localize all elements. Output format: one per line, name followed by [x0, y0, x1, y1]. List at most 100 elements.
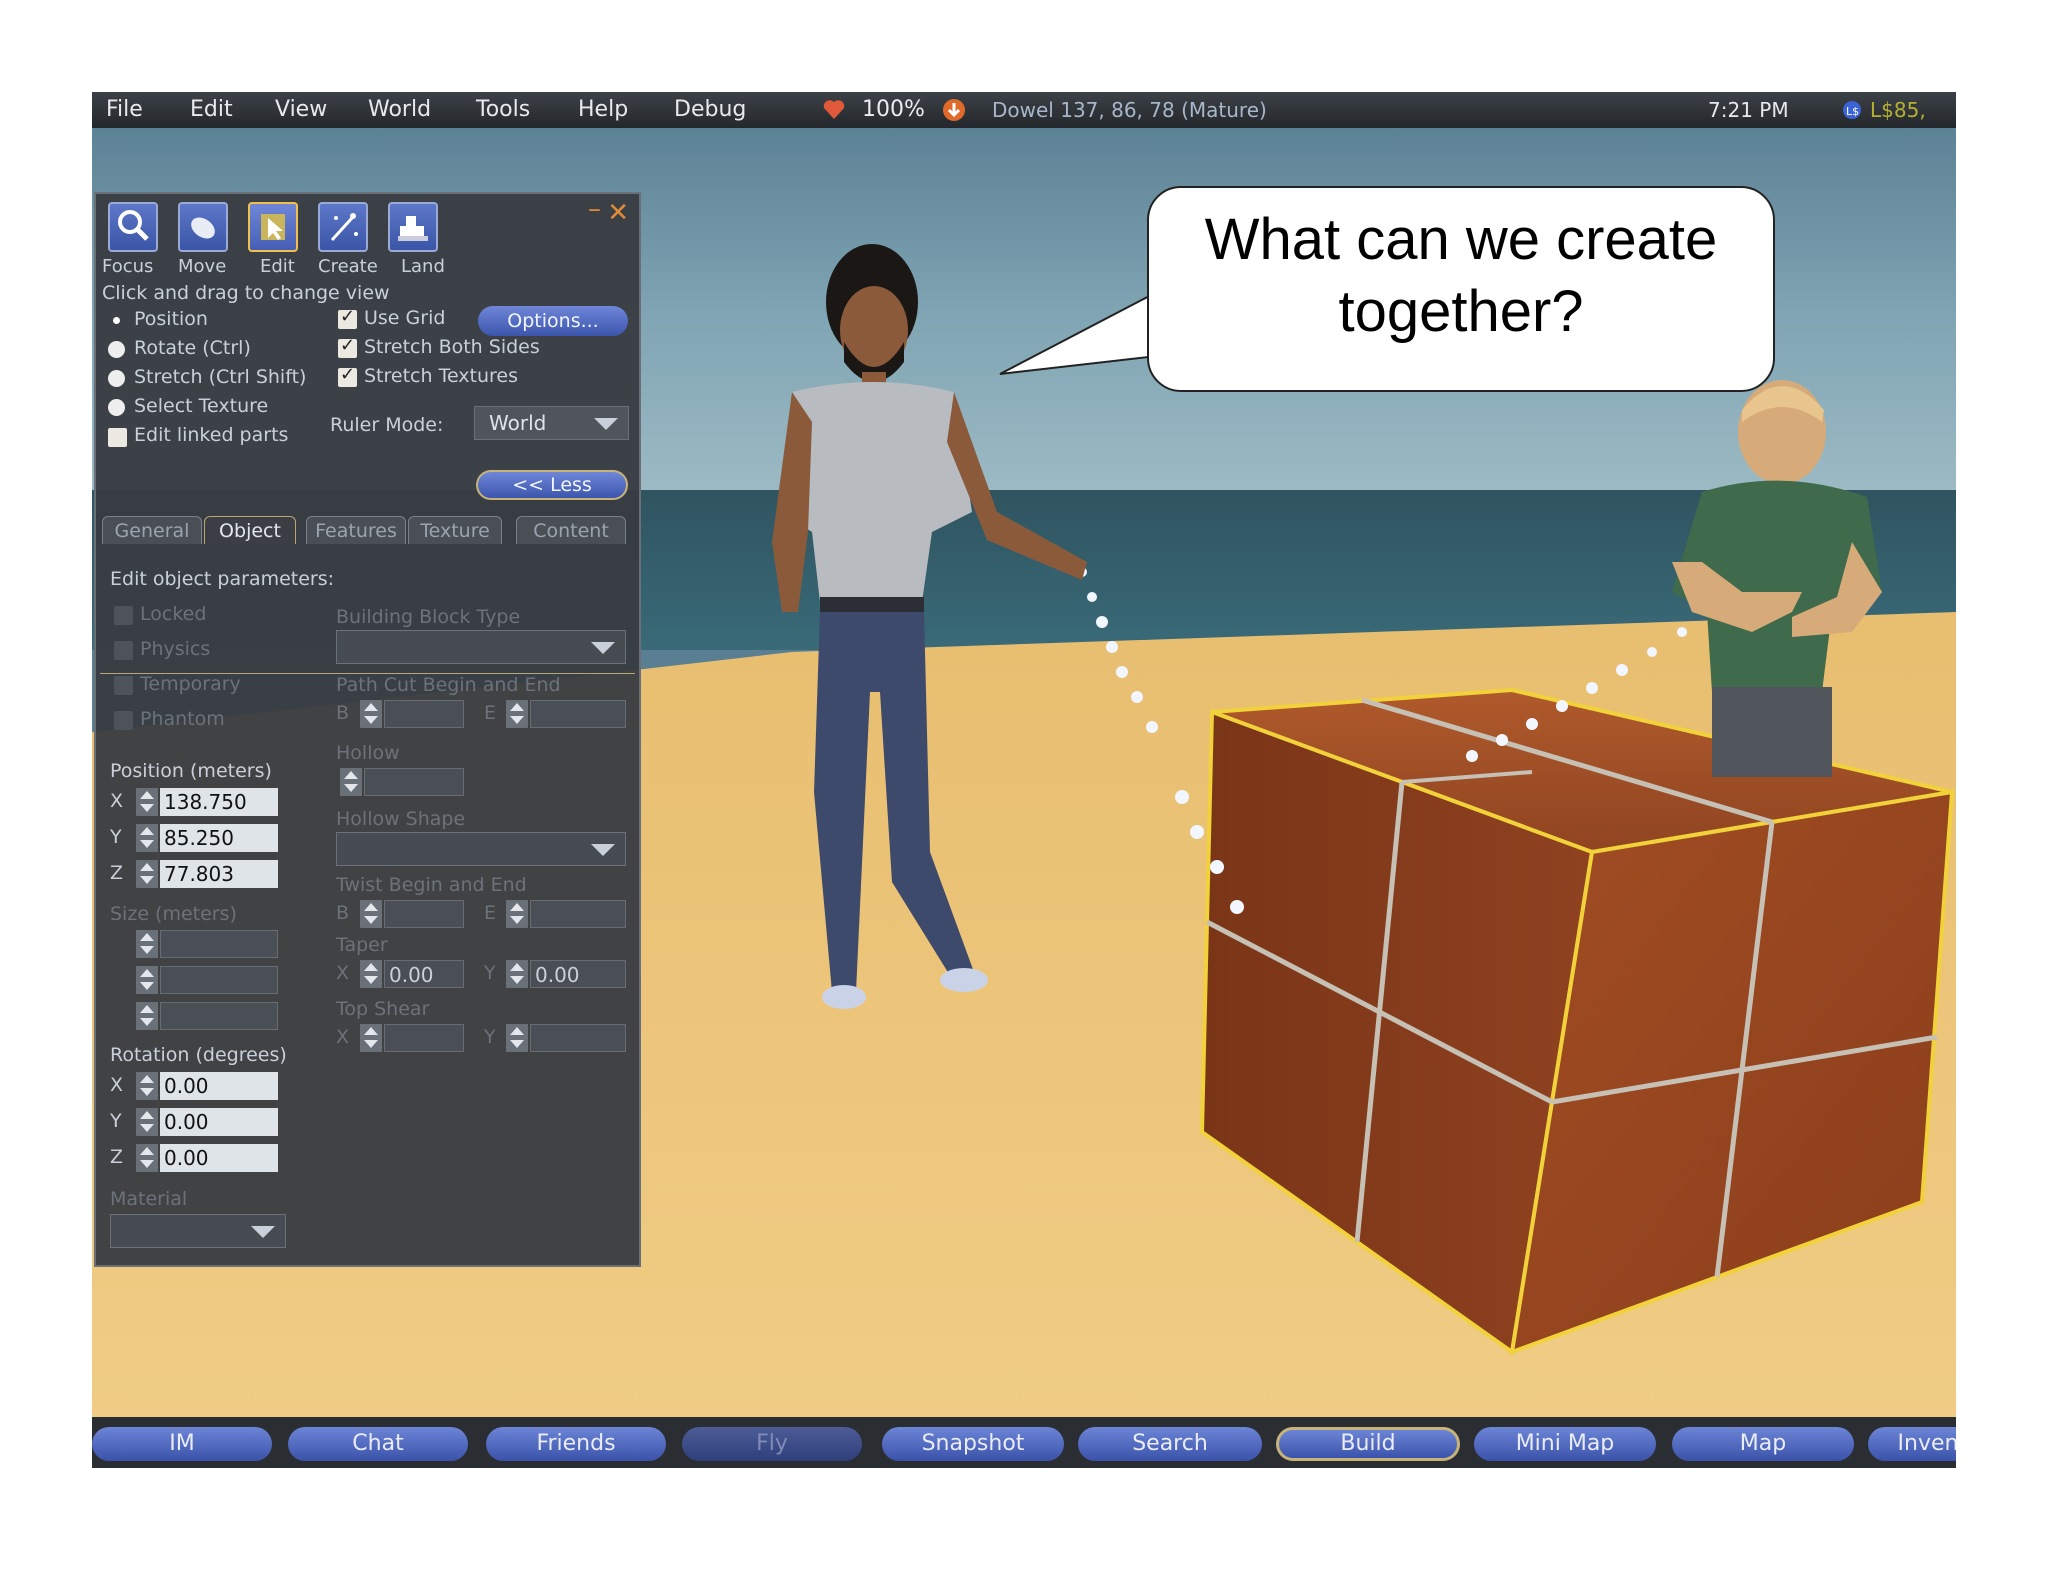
- no-fly-icon: [943, 99, 965, 121]
- tab-object[interactable]: Object: [204, 516, 296, 544]
- top-shear-x-axis: X: [336, 1026, 350, 1048]
- menu-help[interactable]: Help: [578, 97, 628, 122]
- taper-y-field[interactable]: 0.00: [530, 960, 626, 988]
- radio-position[interactable]: [108, 312, 125, 329]
- mini-map-button[interactable]: Mini Map: [1474, 1427, 1656, 1461]
- temporary-label: Temporary: [140, 673, 241, 695]
- taper-y-stepper[interactable]: [506, 960, 528, 988]
- menu-debug[interactable]: Debug: [674, 97, 746, 122]
- create-tool-button[interactable]: [318, 202, 368, 252]
- twist-e-axis: E: [484, 902, 497, 924]
- hollow-field[interactable]: [364, 768, 464, 796]
- twist-end-stepper[interactable]: [506, 900, 528, 928]
- build-button[interactable]: Build: [1276, 1427, 1460, 1461]
- tab-general[interactable]: General: [102, 516, 202, 544]
- radio-stretch[interactable]: [108, 370, 125, 387]
- tab-features[interactable]: Features: [306, 516, 406, 544]
- region-location: Dowel 137, 86, 78 (Mature): [992, 98, 1267, 122]
- rot-z-stepper[interactable]: [136, 1144, 158, 1172]
- focus-tool-button[interactable]: [108, 202, 158, 252]
- edit-tool-button[interactable]: [248, 202, 298, 252]
- radio-rotate[interactable]: [108, 341, 125, 358]
- twist-end-field[interactable]: [530, 900, 626, 928]
- land-tool-button[interactable]: [388, 202, 438, 252]
- magnifier-icon: [118, 210, 149, 241]
- chevron-down-icon: [591, 844, 615, 856]
- size-z-field[interactable]: [160, 1002, 278, 1030]
- rot-x-stepper[interactable]: [136, 1072, 158, 1100]
- size-x-field[interactable]: [160, 930, 278, 958]
- inventory-button[interactable]: Inven: [1868, 1427, 1956, 1461]
- edit-label: Edit: [260, 256, 295, 277]
- twist-label: Twist Begin and End: [336, 874, 527, 896]
- material-select[interactable]: [110, 1214, 286, 1248]
- options-button[interactable]: Options...: [478, 306, 628, 336]
- physics-label: Physics: [140, 638, 211, 660]
- chat-button[interactable]: Chat: [288, 1427, 468, 1461]
- building-block-select[interactable]: [336, 630, 626, 664]
- tab-texture[interactable]: Texture: [408, 516, 502, 544]
- pos-z-stepper[interactable]: [136, 860, 158, 888]
- pos-x-stepper[interactable]: [136, 788, 158, 816]
- map-button[interactable]: Map: [1672, 1427, 1854, 1461]
- menu-world[interactable]: World: [368, 97, 431, 122]
- rot-y-field[interactable]: 0.00: [160, 1108, 278, 1136]
- pos-x-field[interactable]: 138.750: [160, 788, 278, 816]
- path-cut-begin-stepper[interactable]: [360, 700, 382, 728]
- twist-begin-field[interactable]: [384, 900, 464, 928]
- fly-button[interactable]: Fly: [682, 1427, 862, 1461]
- stretch-both-checkbox[interactable]: [338, 335, 357, 358]
- physics-checkbox[interactable]: [114, 641, 133, 660]
- use-grid-checkbox[interactable]: [338, 306, 357, 329]
- ruler-mode-label: Ruler Mode:: [330, 414, 444, 436]
- close-icon[interactable]: ✕: [607, 198, 629, 228]
- hollow-stepper[interactable]: [340, 768, 362, 796]
- menu-view[interactable]: View: [275, 97, 327, 122]
- rot-x-field[interactable]: 0.00: [160, 1072, 278, 1100]
- snapshot-button[interactable]: Snapshot: [882, 1427, 1064, 1461]
- building-block-label: Building Block Type: [336, 606, 521, 628]
- twist-b-axis: B: [336, 902, 350, 924]
- stretch-textures-checkbox[interactable]: [338, 364, 357, 387]
- taper-x-stepper[interactable]: [360, 960, 382, 988]
- menu-edit[interactable]: Edit: [190, 97, 233, 122]
- stretch-textures-label: Stretch Textures: [364, 365, 519, 387]
- phantom-checkbox[interactable]: [114, 711, 133, 730]
- hollow-shape-select[interactable]: [336, 832, 626, 866]
- rot-z-field[interactable]: 0.00: [160, 1144, 278, 1172]
- menu-bar: File Edit View World Tools Help Debug 10…: [92, 92, 1956, 128]
- menu-tools[interactable]: Tools: [476, 97, 530, 122]
- path-cut-end-field[interactable]: [530, 700, 626, 728]
- top-shear-y-field[interactable]: [530, 1024, 626, 1052]
- pos-y-stepper[interactable]: [136, 824, 158, 852]
- size-y-field[interactable]: [160, 966, 278, 994]
- radio-select-texture[interactable]: [108, 399, 125, 416]
- temporary-checkbox[interactable]: [114, 676, 133, 695]
- top-shear-x-stepper[interactable]: [360, 1024, 382, 1052]
- path-cut-begin-field[interactable]: [384, 700, 464, 728]
- size-y-stepper[interactable]: [136, 966, 158, 994]
- top-shear-x-field[interactable]: [384, 1024, 464, 1052]
- pos-y-field[interactable]: 85.250: [160, 824, 278, 852]
- edit-linked-checkbox[interactable]: [108, 428, 127, 447]
- locked-checkbox[interactable]: [114, 606, 133, 625]
- friends-button[interactable]: Friends: [486, 1427, 666, 1461]
- top-shear-y-stepper[interactable]: [506, 1024, 528, 1052]
- search-button[interactable]: Search: [1078, 1427, 1262, 1461]
- twist-begin-stepper[interactable]: [360, 900, 382, 928]
- ruler-mode-select[interactable]: World: [474, 406, 629, 440]
- taper-x-field[interactable]: 0.00: [384, 960, 464, 988]
- menu-file[interactable]: File: [106, 97, 143, 122]
- im-button[interactable]: IM: [92, 1427, 272, 1461]
- bulldozer-icon: [398, 216, 428, 241]
- rot-y-stepper[interactable]: [136, 1108, 158, 1136]
- path-cut-end-stepper[interactable]: [506, 700, 528, 728]
- edit-linked-label: Edit linked parts: [134, 424, 289, 446]
- move-tool-button[interactable]: [178, 202, 228, 252]
- minimize-icon[interactable]: –: [588, 194, 601, 224]
- size-x-stepper[interactable]: [136, 930, 158, 958]
- tab-content[interactable]: Content: [516, 516, 626, 544]
- pos-z-field[interactable]: 77.803: [160, 860, 278, 888]
- size-z-stepper[interactable]: [136, 1002, 158, 1030]
- less-button[interactable]: << Less: [476, 470, 628, 500]
